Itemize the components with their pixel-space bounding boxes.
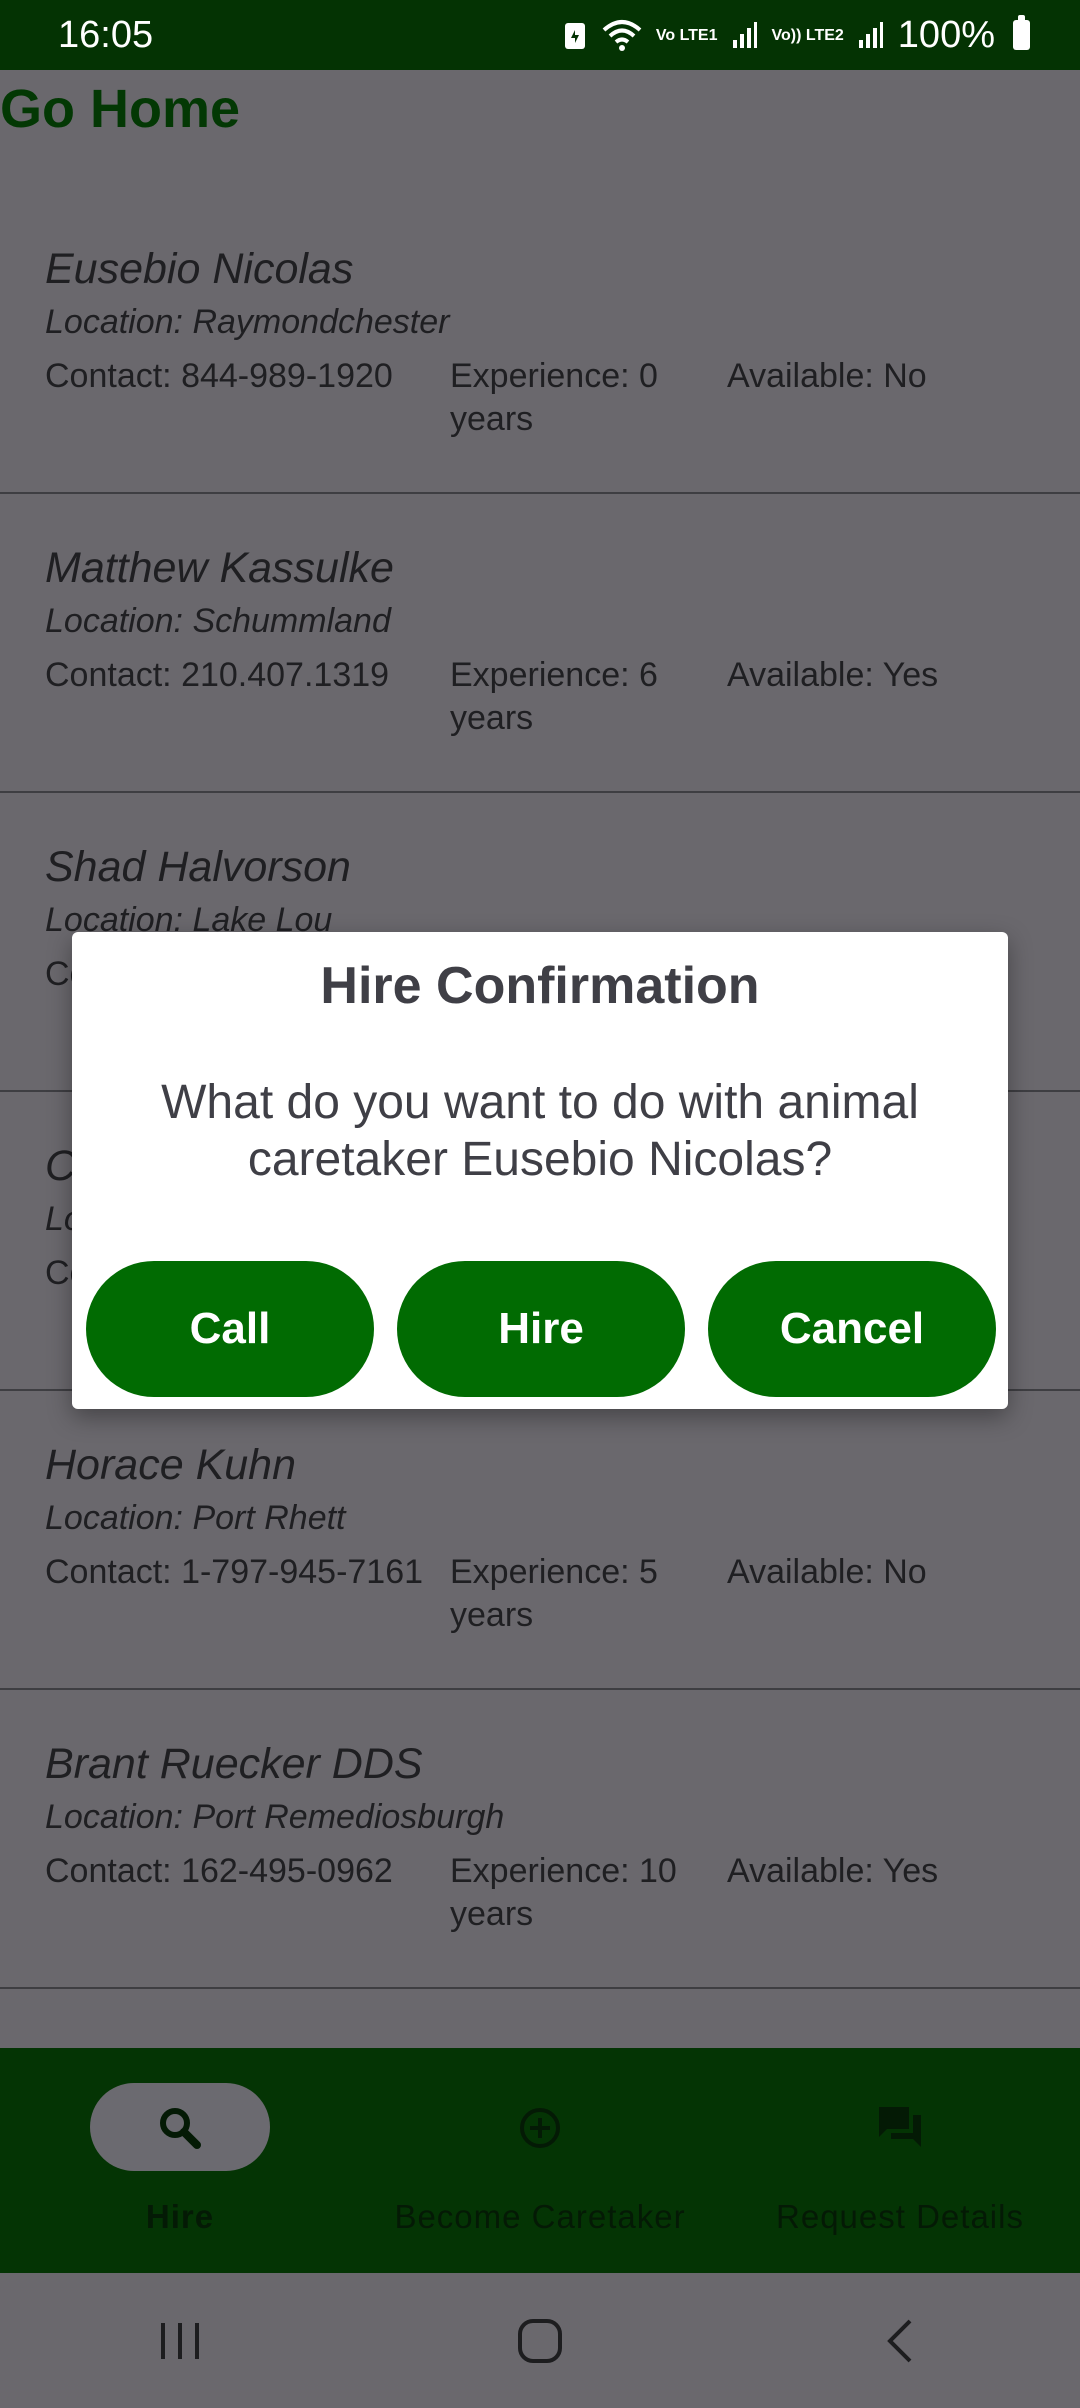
- caretaker-name: Eusebio Nicolas: [45, 245, 354, 293]
- caretaker-location: Location: Raymondchester: [45, 303, 450, 341]
- caretaker-contact: Contact: 1-797-945-7161: [45, 1553, 424, 1591]
- network-1-label: Vo LTE1: [655, 26, 718, 44]
- caretaker-contact: Contact: 844-989-1920: [45, 357, 393, 395]
- hire-button[interactable]: Hire: [397, 1261, 685, 1397]
- status-icons: Vo LTE1 Vo)) LTE2 100%: [562, 14, 1030, 57]
- battery-percent: 100%: [897, 13, 995, 56]
- page-title[interactable]: Go Home: [0, 78, 240, 140]
- call-button[interactable]: Call: [86, 1261, 374, 1397]
- caretaker-availability: Available: No: [727, 357, 927, 395]
- caretaker-name: Shad Halvorson: [45, 843, 351, 891]
- caretaker-experience: Experience: 0 years: [450, 357, 658, 438]
- back-button[interactable]: [855, 2306, 945, 2376]
- nav-hire-label: Hire: [145, 2198, 215, 2235]
- hire-confirmation-dialog: Hire Confirmation What do you want to do…: [72, 932, 1008, 1409]
- dialog-actions: Call Hire Cancel: [86, 1261, 996, 1397]
- caretaker-name: Brant Ruecker DDS: [45, 1740, 423, 1788]
- nav-request-details[interactable]: Request Details: [720, 2048, 1080, 2273]
- nav-become-caretaker[interactable]: Become Caretaker: [360, 2048, 720, 2273]
- battery-icon: [1013, 15, 1030, 50]
- add-circle-icon: [515, 2103, 565, 2153]
- caretaker-location: Location: Schummland: [45, 602, 391, 640]
- caretaker-card[interactable]: Matthew Kassulke Location: Schummland Co…: [0, 494, 1080, 793]
- recents-button[interactable]: [135, 2306, 225, 2376]
- caretaker-location: Location: Port Rhett: [45, 1499, 346, 1537]
- dialog-message: What do you want to do with animal caret…: [161, 1076, 919, 1186]
- wifi-icon: [602, 18, 642, 52]
- caretaker-availability: Available: Yes: [727, 1852, 939, 1890]
- battery-saver-icon: [562, 20, 588, 50]
- caretaker-name: Matthew Kassulke: [45, 544, 394, 592]
- nav-hire[interactable]: Hire: [0, 2048, 360, 2273]
- caretaker-card[interactable]: Eusebio Nicolas Location: Raymondchester…: [0, 195, 1080, 494]
- signal-1-icon: [732, 20, 758, 50]
- caretaker-contact: Contact: 210.407.1319: [45, 656, 390, 694]
- bottom-navigation: Hire Become Caretaker Request Details: [0, 2048, 1080, 2273]
- dialog-title: Hire Confirmation: [320, 957, 760, 1015]
- caretaker-contact: Contact: 162-495-0962: [45, 1852, 393, 1890]
- caretaker-experience: Experience: 5 years: [450, 1553, 658, 1634]
- system-navigation-bar: [0, 2273, 1080, 2408]
- home-button[interactable]: [495, 2306, 585, 2376]
- caretaker-name: Horace Kuhn: [45, 1441, 296, 1489]
- signal-2-icon: [858, 20, 884, 50]
- caretaker-card[interactable]: Brant Ruecker DDS Location: Port Remedio…: [0, 1690, 1080, 1989]
- caretaker-availability: Available: No: [727, 1553, 927, 1591]
- status-time: 16:05: [58, 13, 154, 56]
- caretaker-experience: Experience: 6 years: [450, 656, 658, 737]
- cancel-button[interactable]: Cancel: [708, 1261, 996, 1397]
- nav-become-caretaker-label: Become Caretaker: [394, 2198, 686, 2235]
- status-bar: 16:05 Vo LTE1 Vo)) LTE2 100%: [0, 0, 1080, 70]
- network-2-label: Vo)) LTE2: [771, 26, 844, 44]
- caretaker-experience: Experience: 10 years: [450, 1852, 677, 1933]
- search-icon: [155, 2103, 205, 2153]
- caretaker-location: Location: Port Remediosburgh: [45, 1798, 505, 1836]
- caretaker-card[interactable]: Horace Kuhn Location: Port Rhett Contact…: [0, 1391, 1080, 1690]
- caretaker-availability: Available: Yes: [727, 656, 939, 694]
- chat-icon: [875, 2103, 925, 2153]
- nav-request-details-label: Request Details: [776, 2198, 1024, 2235]
